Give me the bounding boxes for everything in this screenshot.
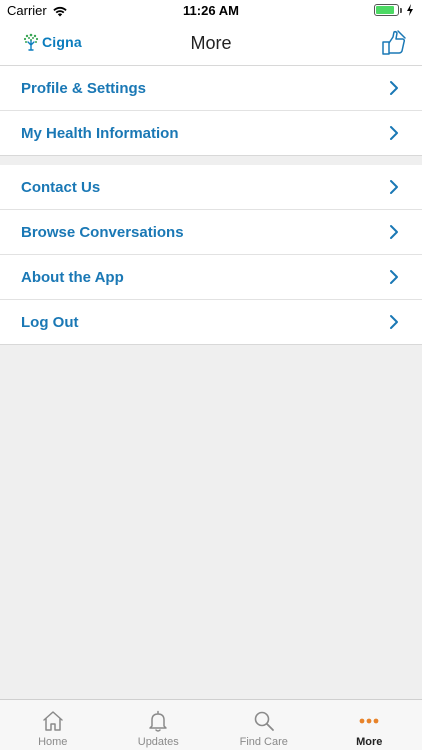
page-title: More (190, 33, 232, 53)
menu-item-browse-conversations[interactable]: Browse Conversations (0, 210, 422, 255)
tab-more[interactable]: More (317, 700, 422, 750)
tab-label: Home (38, 736, 68, 748)
menu-item-label: My Health Information (21, 124, 179, 142)
menu-item-about-the-app[interactable]: About the App (0, 255, 422, 300)
menu-item-label: About the App (21, 268, 124, 286)
chevron-right-icon (390, 180, 398, 194)
more-dots-icon (359, 718, 379, 724)
status-bar: Carrier 11:26 AM (0, 0, 422, 22)
menu-item-profile-settings[interactable]: Profile & Settings (0, 66, 422, 111)
menu-item-label: Browse Conversations (21, 223, 184, 241)
status-time: 11:26 AM (183, 3, 239, 18)
chevron-right-icon (390, 270, 398, 284)
tab-label: Find Care (239, 736, 288, 748)
battery-icon (374, 4, 402, 16)
menu-item-my-health-information[interactable]: My Health Information (0, 111, 422, 156)
feedback-button[interactable] (380, 29, 408, 57)
menu-group-support: Contact Us Browse Conversations About th… (0, 165, 422, 345)
menu-item-label: Profile & Settings (21, 79, 147, 97)
tab-updates[interactable]: Updates (106, 700, 212, 750)
menu-item-label: Log Out (21, 313, 79, 331)
feedback-icon (382, 30, 406, 55)
menu-item-contact-us[interactable]: Contact Us (0, 165, 422, 210)
tab-find-care[interactable]: Find Care (211, 700, 317, 750)
menu-item-log-out[interactable]: Log Out (0, 300, 422, 345)
bell-icon (149, 710, 167, 732)
chevron-right-icon (390, 315, 398, 329)
chevron-right-icon (390, 225, 398, 239)
menu-group-account: Profile & Settings My Health Information (0, 66, 422, 156)
menu-item-label: Contact Us (21, 178, 101, 196)
tab-home[interactable]: Home (0, 700, 106, 750)
chevron-right-icon (390, 81, 398, 95)
nav-bar: Cigna More (0, 22, 422, 66)
tab-label: Updates (137, 736, 179, 748)
tab-label: More (356, 736, 383, 748)
search-icon (254, 711, 274, 731)
home-icon (43, 711, 63, 731)
tab-bar: Home Updates Find Care More (0, 699, 422, 750)
status-right (374, 4, 414, 16)
chevron-right-icon (390, 126, 398, 140)
battery-fill (376, 6, 394, 14)
charging-bolt-icon (407, 4, 413, 16)
